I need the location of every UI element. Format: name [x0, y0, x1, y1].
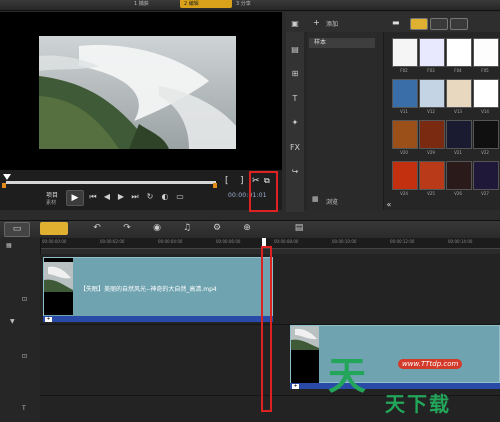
record-capture-icon[interactable]: ◉: [150, 222, 164, 235]
fullscreen-icon[interactable]: ▭: [175, 192, 185, 202]
thumbnail-label: V27: [481, 191, 489, 196]
ruler-tick-label: 00:00:04:00: [158, 239, 183, 244]
step-capture-tab[interactable]: 1 捕获: [130, 0, 153, 8]
library-thumbnail[interactable]: [446, 38, 472, 67]
ruler-tick-label: 00:00:02:00: [100, 239, 125, 244]
mark-in-handle[interactable]: [2, 183, 6, 188]
library-thumbnail[interactable]: [419, 161, 445, 190]
skip-end-icon[interactable]: ⏭: [130, 192, 140, 202]
scissors-icon[interactable]: ✂: [252, 176, 260, 186]
folder-item-sample[interactable]: 样本: [309, 38, 375, 48]
transition-icon[interactable]: ⊞: [289, 68, 301, 80]
collapse-library-icon[interactable]: «: [384, 200, 394, 210]
title-icon[interactable]: T: [289, 93, 301, 105]
filter-audio-tab[interactable]: [450, 18, 468, 30]
overlay-clip-plus-icon: +: [292, 383, 299, 389]
volume-icon[interactable]: ◐: [160, 192, 170, 202]
overlay-clip-thumbnail: [291, 326, 319, 384]
library-thumbnail[interactable]: [392, 161, 418, 190]
expand-track-icon[interactable]: ▼: [10, 318, 15, 325]
add-folder-label[interactable]: 添加: [326, 19, 338, 28]
thumbnail-label: V22: [481, 150, 489, 155]
track-manager-icon[interactable]: ▦: [6, 242, 12, 249]
mark-out-icon[interactable]: ]: [240, 176, 244, 186]
motion-track-icon[interactable]: ⊕: [240, 222, 254, 235]
folder-icon[interactable]: ▬: [392, 18, 400, 27]
title-track-icon[interactable]: T: [22, 405, 26, 412]
library-folder-list: [307, 32, 384, 210]
auto-music-icon[interactable]: ⚙: [210, 222, 224, 235]
thumbnail-label: F05: [481, 68, 489, 73]
sound-mixer-icon[interactable]: ♫: [180, 222, 194, 235]
overlay-clip[interactable]: [290, 325, 500, 383]
watermark-logo: 天: [328, 354, 367, 398]
library-thumbnail[interactable]: [392, 38, 418, 67]
overlay-track-icon[interactable]: ⊡: [22, 353, 27, 360]
ruler-tick-label: 00:00:14:00: [448, 239, 473, 244]
library-thumbnail[interactable]: [473, 38, 499, 67]
library-thumbnail[interactable]: [473, 79, 499, 108]
clip-mode-label[interactable]: 素材: [46, 199, 56, 206]
copy-icon[interactable]: ⧉: [264, 176, 270, 186]
library-thumbnail[interactable]: [446, 120, 472, 149]
step-edit-tab[interactable]: 2 编辑: [180, 0, 232, 8]
storyboard-view-button[interactable]: ▭: [4, 222, 30, 237]
video-frame: [39, 36, 236, 149]
scrubber-handle[interactable]: [3, 174, 11, 180]
watermark-text: 天下载: [385, 392, 451, 416]
subtitle-editor-icon[interactable]: ▤: [292, 222, 306, 235]
media-icon[interactable]: ▣: [289, 18, 301, 30]
undo-icon[interactable]: ↶: [90, 222, 104, 235]
browse-icon[interactable]: ▦: [312, 195, 319, 203]
ruler-tick-label: 00:00:06:00: [216, 239, 241, 244]
library-thumbnail[interactable]: [446, 79, 472, 108]
clip-plus-icon: +: [45, 316, 52, 322]
library-thumbnail[interactable]: [392, 79, 418, 108]
filter-photo-tab[interactable]: [430, 18, 448, 30]
path-icon[interactable]: ↪: [289, 166, 301, 178]
library-thumbnail[interactable]: [392, 120, 418, 149]
thumbnail-label: V14: [481, 109, 489, 114]
track-header-column: [0, 238, 41, 422]
timeline-view-button[interactable]: [40, 222, 68, 235]
watermark-url: www.TTtdp.com: [398, 359, 463, 369]
step-share-tab[interactable]: 3 分享: [232, 0, 255, 8]
clip-name: 【失眠】美丽的自然风光--神奇的大自然_高清.mp4: [80, 286, 217, 293]
filter-video-tab[interactable]: [410, 18, 428, 30]
ruler-tick-label: 00:00:12:00: [390, 239, 415, 244]
add-icon[interactable]: +: [313, 18, 320, 27]
scrub-bar[interactable]: [6, 181, 216, 184]
clip-thumbnail: [44, 258, 73, 315]
ruler-tick-label: 00:00:10:00: [332, 239, 357, 244]
ruler-tick-label: 00:00:08:00: [274, 239, 299, 244]
graphic-icon[interactable]: ✦: [289, 117, 301, 129]
prev-frame-icon[interactable]: ◀: [102, 192, 112, 202]
ruler-tick-label: 00:00:00:00: [42, 239, 67, 244]
library-thumbnail[interactable]: [473, 120, 499, 149]
next-frame-icon[interactable]: ▶: [116, 192, 126, 202]
library-thumbnail[interactable]: [419, 79, 445, 108]
instant-project-icon[interactable]: ▤: [289, 44, 301, 56]
filter-icon[interactable]: FX: [289, 142, 301, 154]
library-thumbnail[interactable]: [419, 120, 445, 149]
skip-start-icon[interactable]: ⏮: [88, 192, 98, 202]
redo-icon[interactable]: ↷: [120, 222, 134, 235]
cut-position-highlight: [261, 246, 272, 412]
library-thumbnail[interactable]: [473, 161, 499, 190]
mark-in-icon[interactable]: [: [225, 176, 229, 186]
library-thumbnail[interactable]: [419, 38, 445, 67]
play-button[interactable]: ▶: [66, 190, 84, 206]
clip-audio-bar: [43, 316, 273, 322]
library-thumbnail[interactable]: [446, 161, 472, 190]
mark-out-handle[interactable]: [213, 183, 217, 188]
repeat-icon[interactable]: ↻: [145, 192, 155, 202]
browse-label[interactable]: 浏览: [326, 197, 338, 206]
project-mode-label[interactable]: 项目: [46, 190, 58, 199]
video-track-icon[interactable]: ⊡: [22, 296, 27, 303]
playhead[interactable]: [262, 238, 266, 246]
